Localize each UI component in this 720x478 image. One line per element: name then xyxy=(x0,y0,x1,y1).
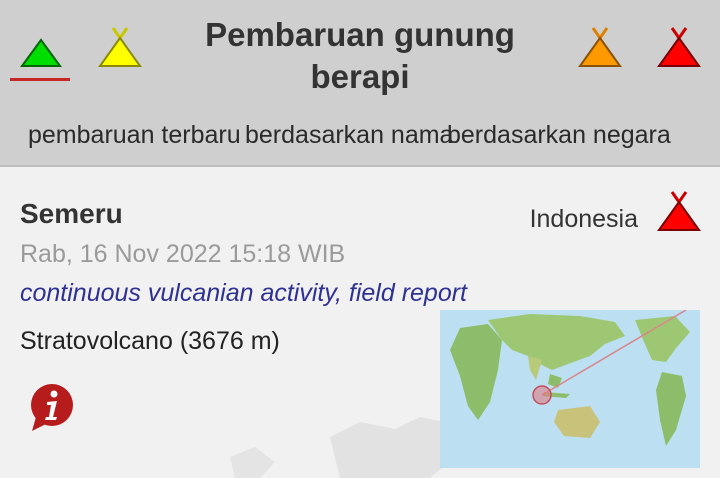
sort-by-latest[interactable]: pembaruan terbaru xyxy=(28,121,241,150)
sort-by-name[interactable]: berdasarkan nama xyxy=(245,121,453,150)
page-title: Pembaruan gunung berapi xyxy=(205,16,515,95)
active-filter-underline xyxy=(10,78,70,81)
location-minimap[interactable] xyxy=(440,310,700,468)
sort-by-country[interactable]: berdasarkan negara xyxy=(447,121,671,150)
update-timestamp: Rab, 16 Nov 2022 15:18 WIB xyxy=(20,240,346,268)
alert-level-yellow-icon[interactable] xyxy=(98,26,142,68)
alert-level-red-icon[interactable] xyxy=(657,26,701,68)
volcano-type: Stratovolcano (3676 m) xyxy=(20,327,280,355)
activity-report: continuous vulcanian activity, field rep… xyxy=(20,279,467,307)
alert-level-red-icon xyxy=(657,191,701,231)
alert-level-green-icon[interactable] xyxy=(20,38,62,68)
volcano-country: Indonesia xyxy=(529,205,638,233)
info-icon[interactable] xyxy=(28,383,76,435)
alert-level-orange-icon[interactable] xyxy=(578,26,622,68)
volcano-name: Semeru xyxy=(20,198,123,229)
